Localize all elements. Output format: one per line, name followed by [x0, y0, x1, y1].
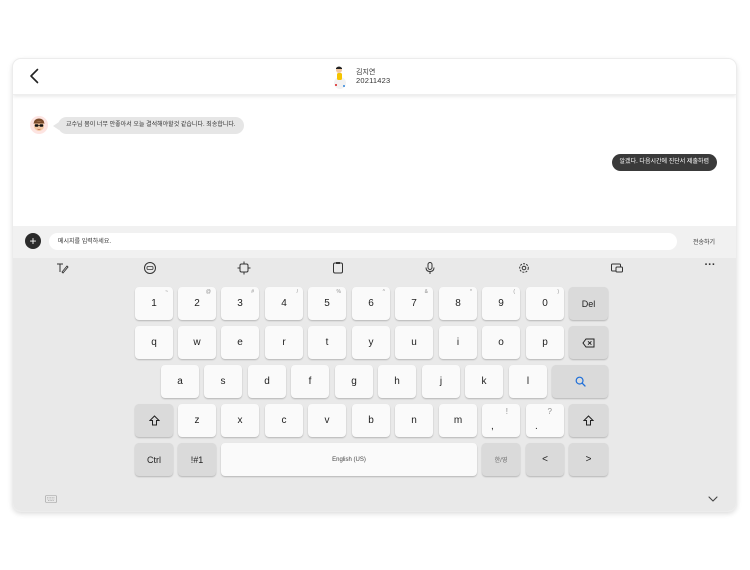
- key-s[interactable]: s: [204, 365, 242, 398]
- shift-key-right[interactable]: [569, 404, 608, 437]
- key-f[interactable]: f: [291, 365, 329, 398]
- clipboard-button[interactable]: [331, 261, 345, 275]
- on-screen-keyboard: ··· 1 ~ 2 @ 3 # 4/ 5% 6 ^ 7 & 8 * 9( 0) Del q …: [13, 258, 736, 511]
- key-i[interactable]: i: [439, 326, 477, 359]
- message-input[interactable]: [49, 233, 677, 250]
- key-x[interactable]: x: [221, 404, 259, 437]
- emoji-button[interactable]: [143, 261, 157, 275]
- search-icon: [575, 376, 586, 387]
- key-t[interactable]: t: [308, 326, 346, 359]
- sender-avatar: [30, 116, 48, 134]
- key-7[interactable]: 7 &: [395, 287, 433, 320]
- cursor-left-key[interactable]: <: [526, 443, 564, 476]
- backspace-key[interactable]: [569, 326, 608, 359]
- space-bar[interactable]: English (US): [221, 443, 477, 476]
- shift-icon: [583, 415, 594, 426]
- keyboard-settings-button[interactable]: [517, 261, 531, 275]
- key-q[interactable]: q: [135, 326, 173, 359]
- resize-icon: [237, 261, 251, 275]
- hide-keyboard-button[interactable]: [707, 490, 719, 502]
- handwriting-button[interactable]: [55, 261, 69, 275]
- add-attachment-button[interactable]: +: [25, 233, 41, 249]
- key-l[interactable]: l: [509, 365, 547, 398]
- clipboard-icon: [333, 262, 343, 274]
- outgoing-message-bubble: 알겠다. 다음시간에 진단서 제출하렴: [611, 154, 717, 171]
- key-b[interactable]: b: [352, 404, 390, 437]
- key-5[interactable]: 5%: [308, 287, 346, 320]
- key-w[interactable]: w: [178, 326, 216, 359]
- key-4[interactable]: 4/: [265, 287, 303, 320]
- more-button[interactable]: ···: [701, 259, 719, 273]
- key-8[interactable]: 8 *: [439, 287, 477, 320]
- shift-key-left[interactable]: [135, 404, 173, 437]
- chat-header: 김지연 20211423: [13, 59, 736, 95]
- one-handed-keyboard-icon: [611, 263, 623, 273]
- handwriting-icon: [57, 263, 69, 274]
- back-button[interactable]: [25, 66, 45, 86]
- keyboard-icon: [45, 495, 57, 503]
- emoji-icon: [144, 262, 156, 274]
- microphone-icon: [425, 262, 435, 274]
- key-a[interactable]: a: [161, 365, 199, 398]
- key-3[interactable]: 3 #: [221, 287, 259, 320]
- key-g[interactable]: g: [335, 365, 373, 398]
- key-v[interactable]: v: [308, 404, 346, 437]
- key-e[interactable]: e: [221, 326, 259, 359]
- resize-keyboard-button[interactable]: [237, 261, 251, 275]
- ctrl-key[interactable]: Ctrl: [135, 443, 173, 476]
- voice-input-button[interactable]: [423, 261, 437, 275]
- more-icon: ···: [704, 259, 716, 271]
- contact-id: 20211423: [356, 76, 391, 85]
- cursor-right-key[interactable]: >: [569, 443, 608, 476]
- key-o[interactable]: o: [482, 326, 520, 359]
- symbols-key[interactable]: !#1: [178, 443, 216, 476]
- keyboard-toolbar: ···: [13, 258, 736, 278]
- incoming-message: 교수님 몸이 너무 안좋아서 오늘 결석해야할것 같습니다. 죄송합니다.: [30, 116, 244, 134]
- key-2[interactable]: 2 @: [178, 287, 216, 320]
- message-list: 교수님 몸이 너무 안좋아서 오늘 결석해야할것 같습니다. 죄송합니다. 알겠…: [13, 95, 736, 226]
- delete-key[interactable]: Del: [569, 287, 608, 320]
- key-z[interactable]: z: [178, 404, 216, 437]
- key-0[interactable]: 0): [526, 287, 564, 320]
- key-n[interactable]: n: [395, 404, 433, 437]
- backspace-icon: [582, 338, 595, 347]
- key-c[interactable]: c: [265, 404, 303, 437]
- key-p[interactable]: p: [526, 326, 564, 359]
- key-y[interactable]: y: [352, 326, 390, 359]
- key-r[interactable]: r: [265, 326, 303, 359]
- chevron-down-icon: [708, 496, 718, 502]
- chevron-left-icon: [30, 68, 39, 84]
- tablet-screen: 김지연 20211423 교수님 몸이 너무 안좋아서 오늘 결석해야할것 같습…: [13, 59, 736, 511]
- shift-icon: [148, 415, 160, 426]
- message-composer: + 전송하기: [13, 226, 736, 258]
- keyboard-mode-button[interactable]: [610, 261, 624, 275]
- contact-info[interactable]: 김지연 20211423: [329, 65, 390, 89]
- key-d[interactable]: d: [248, 365, 286, 398]
- search-key[interactable]: [552, 365, 608, 398]
- plus-icon: +: [29, 234, 37, 248]
- key-1[interactable]: 1 ~: [135, 287, 173, 320]
- key-h[interactable]: h: [378, 365, 416, 398]
- key-m[interactable]: m: [439, 404, 477, 437]
- key-k[interactable]: k: [465, 365, 503, 398]
- key-6[interactable]: 6 ^: [352, 287, 390, 320]
- keyboard-switch-button[interactable]: [45, 490, 57, 503]
- incoming-message-bubble: 교수님 몸이 너무 안좋아서 오늘 결석해야할것 같습니다. 죄송합니다.: [53, 116, 244, 134]
- key-period[interactable]: . ?: [526, 404, 564, 437]
- language-switch-key[interactable]: 한/영: [482, 443, 520, 476]
- key-comma[interactable]: , !: [482, 404, 520, 437]
- settings-icon: [519, 263, 529, 273]
- key-9[interactable]: 9(: [482, 287, 520, 320]
- key-u[interactable]: u: [395, 326, 433, 359]
- contact-avatar: [334, 66, 346, 89]
- send-button[interactable]: 전송하기: [693, 237, 715, 246]
- key-j[interactable]: j: [422, 365, 460, 398]
